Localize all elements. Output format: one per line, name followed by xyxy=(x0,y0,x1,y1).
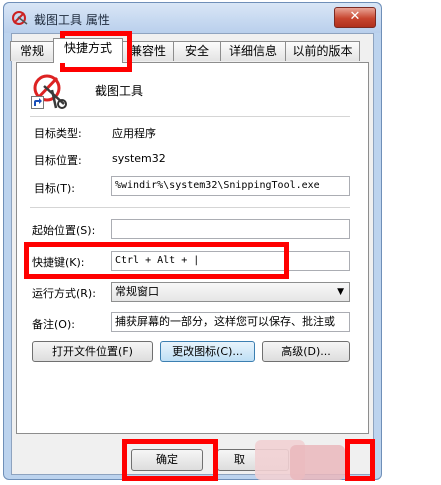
comment-input[interactable]: 捕获屏幕的一部分，这样您可以保存、批注或 xyxy=(111,312,350,332)
target-location-label: 目标位置: xyxy=(34,154,82,167)
change-icon-button[interactable]: 更改图标(C)... xyxy=(160,341,255,362)
separator-top xyxy=(30,116,350,117)
tab-shortcut[interactable]: 快捷方式 xyxy=(53,38,123,63)
run-select[interactable]: 常规窗口 ▼ xyxy=(111,282,350,302)
start-in-label: 起始位置(S): xyxy=(32,224,96,237)
tab-general[interactable]: 常规 xyxy=(10,41,54,61)
ok-button[interactable]: 确定 xyxy=(131,449,203,471)
target-type-label: 目标类型: xyxy=(34,127,82,140)
target-location-value: system32 xyxy=(112,152,166,165)
window-title: 截图工具 属性 xyxy=(34,13,110,27)
target-type-value: 应用程序 xyxy=(112,127,156,140)
shortcut-panel xyxy=(16,62,369,434)
shortcut-key-label: 快捷键(K): xyxy=(32,256,85,269)
comment-label: 备注(O): xyxy=(32,318,75,331)
separator-middle xyxy=(30,207,350,208)
close-icon: ✕ xyxy=(349,9,361,24)
tab-compatibility[interactable]: 兼容性 xyxy=(122,41,174,61)
tab-previous-versions[interactable]: 以前的版本 xyxy=(285,41,360,61)
shortcut-arrow-icon xyxy=(31,96,44,109)
shortcut-key-input[interactable]: Ctrl + Alt + | xyxy=(111,251,350,271)
snipping-tool-small-icon xyxy=(12,11,28,25)
advanced-button[interactable]: 高级(D)... xyxy=(262,341,350,362)
run-label: 运行方式(R): xyxy=(32,287,96,300)
close-button[interactable]: ✕ xyxy=(334,7,376,28)
target-label: 目标(T): xyxy=(34,182,76,195)
watermark-blotch xyxy=(290,445,345,480)
tab-security[interactable]: 安全 xyxy=(173,41,221,61)
title-bar: 截图工具 属性 ✕ xyxy=(4,3,381,33)
start-in-input[interactable] xyxy=(111,219,350,239)
target-input[interactable]: %windir%\system32\SnippingTool.exe xyxy=(111,176,350,196)
dropdown-arrow-icon: ▼ xyxy=(337,287,344,297)
tab-strip: 常规 快捷方式 兼容性 安全 详细信息 以前的版本 xyxy=(8,38,370,63)
open-file-location-button[interactable]: 打开文件位置(F) xyxy=(32,341,153,362)
tab-details[interactable]: 详细信息 xyxy=(220,41,286,61)
run-select-value: 常规窗口 xyxy=(115,285,159,298)
app-name: 截图工具 xyxy=(95,84,144,98)
